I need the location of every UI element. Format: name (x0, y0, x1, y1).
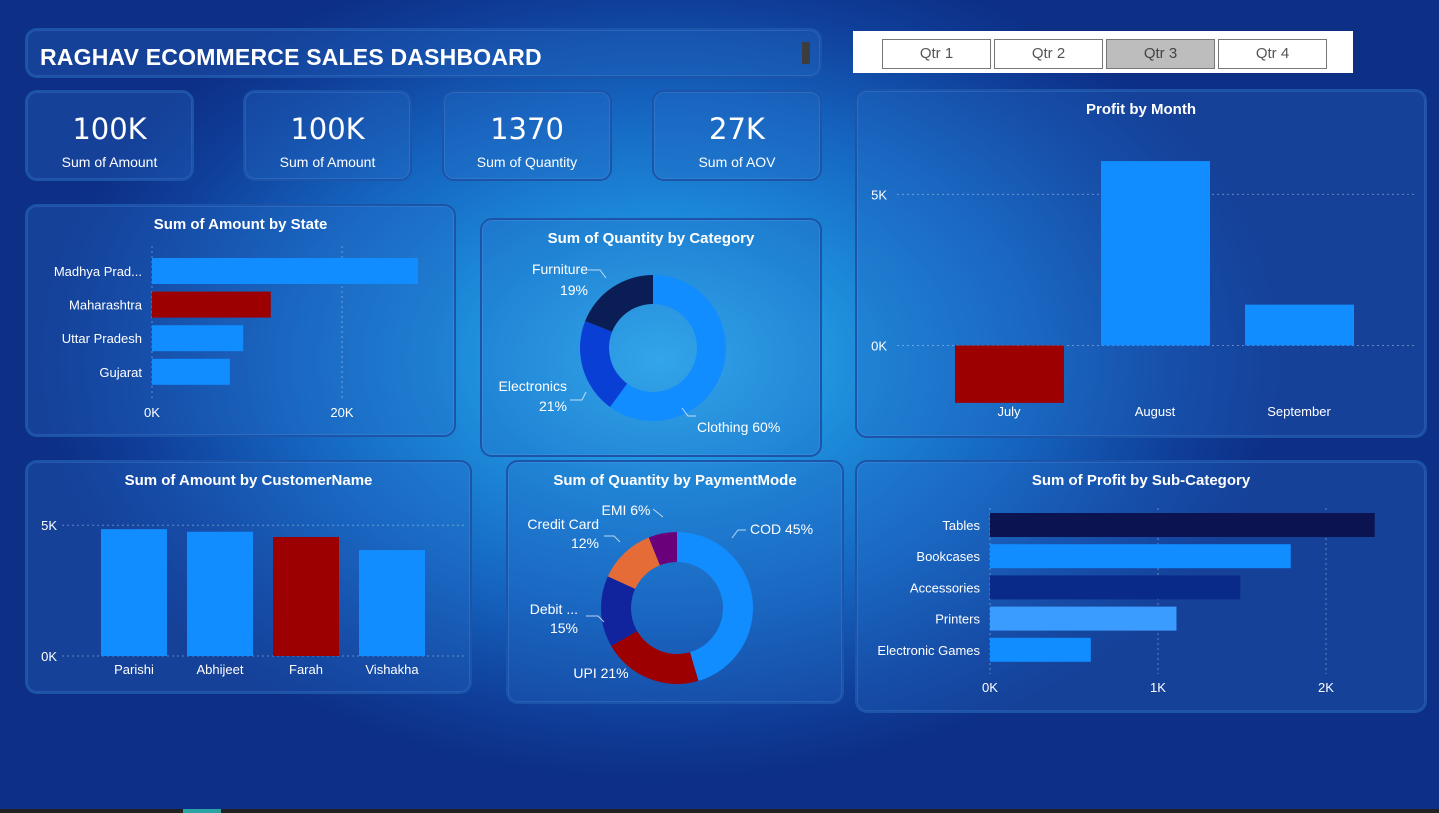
dashboard-title: RAGHAV ECOMMERCE SALES DASHBOARD (40, 44, 542, 70)
qtr-1-button[interactable]: Qtr 1 (882, 39, 991, 69)
chart-panel-state[interactable]: Sum of Amount by State 0K 20K Madhya Prad.… (25, 204, 456, 437)
kpi-label: Sum of Amount (279, 154, 376, 170)
x-tick-label: Parishi (114, 662, 154, 677)
qtr-4-button[interactable]: Qtr 4 (1218, 39, 1327, 69)
quarter-slicer: Qtr 1 Qtr 2 Qtr 3 Qtr 4 (853, 31, 1353, 73)
chart-panel-category[interactable]: Sum of Quantity by Category Furniture 19%… (480, 218, 822, 457)
category-label: Madhya Prad... (54, 264, 142, 279)
bar (152, 358, 230, 385)
category-label: Electronic Games (877, 643, 980, 658)
slice-label: Credit Card (527, 516, 599, 532)
bar (990, 513, 1375, 537)
kpi-card-quantity[interactable]: 1370 Sum of Quantity (442, 90, 612, 181)
y-tick-label: 0K (41, 649, 57, 664)
bar (273, 537, 339, 656)
leader-line (570, 391, 587, 401)
kpi-card-amount[interactable]: 100K Sum of Amount (25, 90, 194, 181)
category-label: Bookcases (916, 549, 980, 564)
bar (101, 529, 167, 656)
chart-panel-month[interactable]: Profit by Month 5K 0K July August September (855, 89, 1427, 438)
bar (152, 258, 418, 284)
x-tick-label: August (1135, 404, 1176, 419)
bar (152, 325, 244, 352)
slice-label: Electronics (499, 378, 567, 394)
slice-label: Debit ... (530, 601, 578, 617)
kpi-card-aov[interactable]: 27K Sum of AOV (652, 90, 822, 181)
x-tick-label: 0K (982, 680, 998, 695)
x-tick-label: 2K (1318, 680, 1334, 695)
bar (990, 575, 1241, 600)
month-bar-chart: 5K 0K July August September (871, 161, 1417, 419)
x-tick-label: 20K (330, 405, 353, 420)
bar (955, 345, 1064, 403)
chart-panel-subcategory[interactable]: Sum of Profit by Sub-Category 0K 1K 2K Tabl… (855, 460, 1427, 713)
y-tick-label: 0K (871, 338, 887, 353)
kpi-value: 1370 (490, 112, 564, 146)
kpi-label: Sum of AOV (698, 154, 776, 170)
x-tick-label: Farah (289, 662, 323, 677)
qtr-3-button[interactable]: Qtr 3 (1106, 39, 1215, 69)
scroll-grip[interactable] (802, 42, 810, 64)
x-tick-label: Abhijeet (197, 662, 244, 677)
bar (152, 291, 271, 318)
category-label: Uttar Pradesh (62, 331, 142, 346)
x-tick-label: 0K (144, 405, 160, 420)
kpi-label: Sum of Amount (61, 154, 158, 170)
subcategory-bar-chart: 0K 1K 2K Tables Bookcases Accessories Printers… (877, 508, 1375, 695)
x-tick-label: 1K (1150, 680, 1166, 695)
kpi-value: 100K (72, 112, 147, 146)
chart-panel-payment[interactable]: Sum of Quantity by PaymentMode EMI 6% Cre… (506, 460, 844, 704)
leader-line (652, 508, 664, 518)
category-label: Printers (935, 612, 980, 627)
y-tick-label: 5K (871, 187, 887, 202)
category-donut-chart: Furniture 19% Electronics 21% Clothing 60% (499, 261, 781, 435)
kpi-card-amount-2[interactable]: 100K Sum of Amount (243, 90, 412, 181)
kpi-label: Sum of Quantity (476, 154, 578, 170)
bar (359, 550, 425, 656)
category-label: Gujarat (99, 365, 142, 380)
category-label: Accessories (910, 580, 981, 595)
bar (1101, 161, 1210, 346)
category-label: Tables (942, 518, 980, 533)
category-label: Maharashtra (69, 298, 143, 313)
title-bar: RAGHAV ECOMMERCE SALES DASHBOARD (25, 28, 822, 78)
slice-label: Furniture (532, 261, 588, 277)
leader-line (731, 529, 746, 539)
bar (990, 606, 1177, 631)
x-tick-label: July (997, 404, 1021, 419)
slice-label: EMI 6% (601, 502, 650, 518)
slice-label: Clothing 60% (697, 419, 780, 435)
page-tab-indicator[interactable] (183, 809, 221, 813)
kpi-value: 27K (709, 112, 765, 146)
chart-panel-customer[interactable]: Sum of Amount by CustomerName 5K 0K Parish… (25, 460, 472, 694)
x-tick-label: September (1267, 404, 1331, 419)
leader-line (604, 535, 621, 543)
bar (187, 531, 253, 656)
donut-slice (585, 275, 653, 332)
state-bar-chart: 0K 20K Madhya Prad... Maharashtra Uttar Prad… (54, 246, 418, 420)
payment-donut-chart: EMI 6%Credit Card 12% COD 45% Debit ... 15% U… (527, 502, 813, 684)
bar (1245, 304, 1354, 346)
slice-label: UPI 21% (573, 665, 628, 681)
slice-label: 12% (571, 535, 599, 551)
qtr-2-button[interactable]: Qtr 2 (994, 39, 1103, 69)
customer-bar-chart: 5K 0K Parishi Abhijeet Farah Vishakha (41, 518, 465, 677)
slice-label: COD 45% (750, 521, 813, 537)
leader-line (588, 269, 607, 279)
bar (990, 637, 1091, 662)
slice-label: 15% (550, 620, 578, 636)
x-tick-label: Vishakha (365, 662, 419, 677)
bar (990, 544, 1291, 569)
kpi-value: 100K (290, 112, 365, 146)
leader-line (586, 615, 605, 623)
y-tick-label: 5K (41, 518, 57, 533)
slice-label: 19% (560, 282, 588, 298)
slice-label: 21% (539, 398, 567, 414)
